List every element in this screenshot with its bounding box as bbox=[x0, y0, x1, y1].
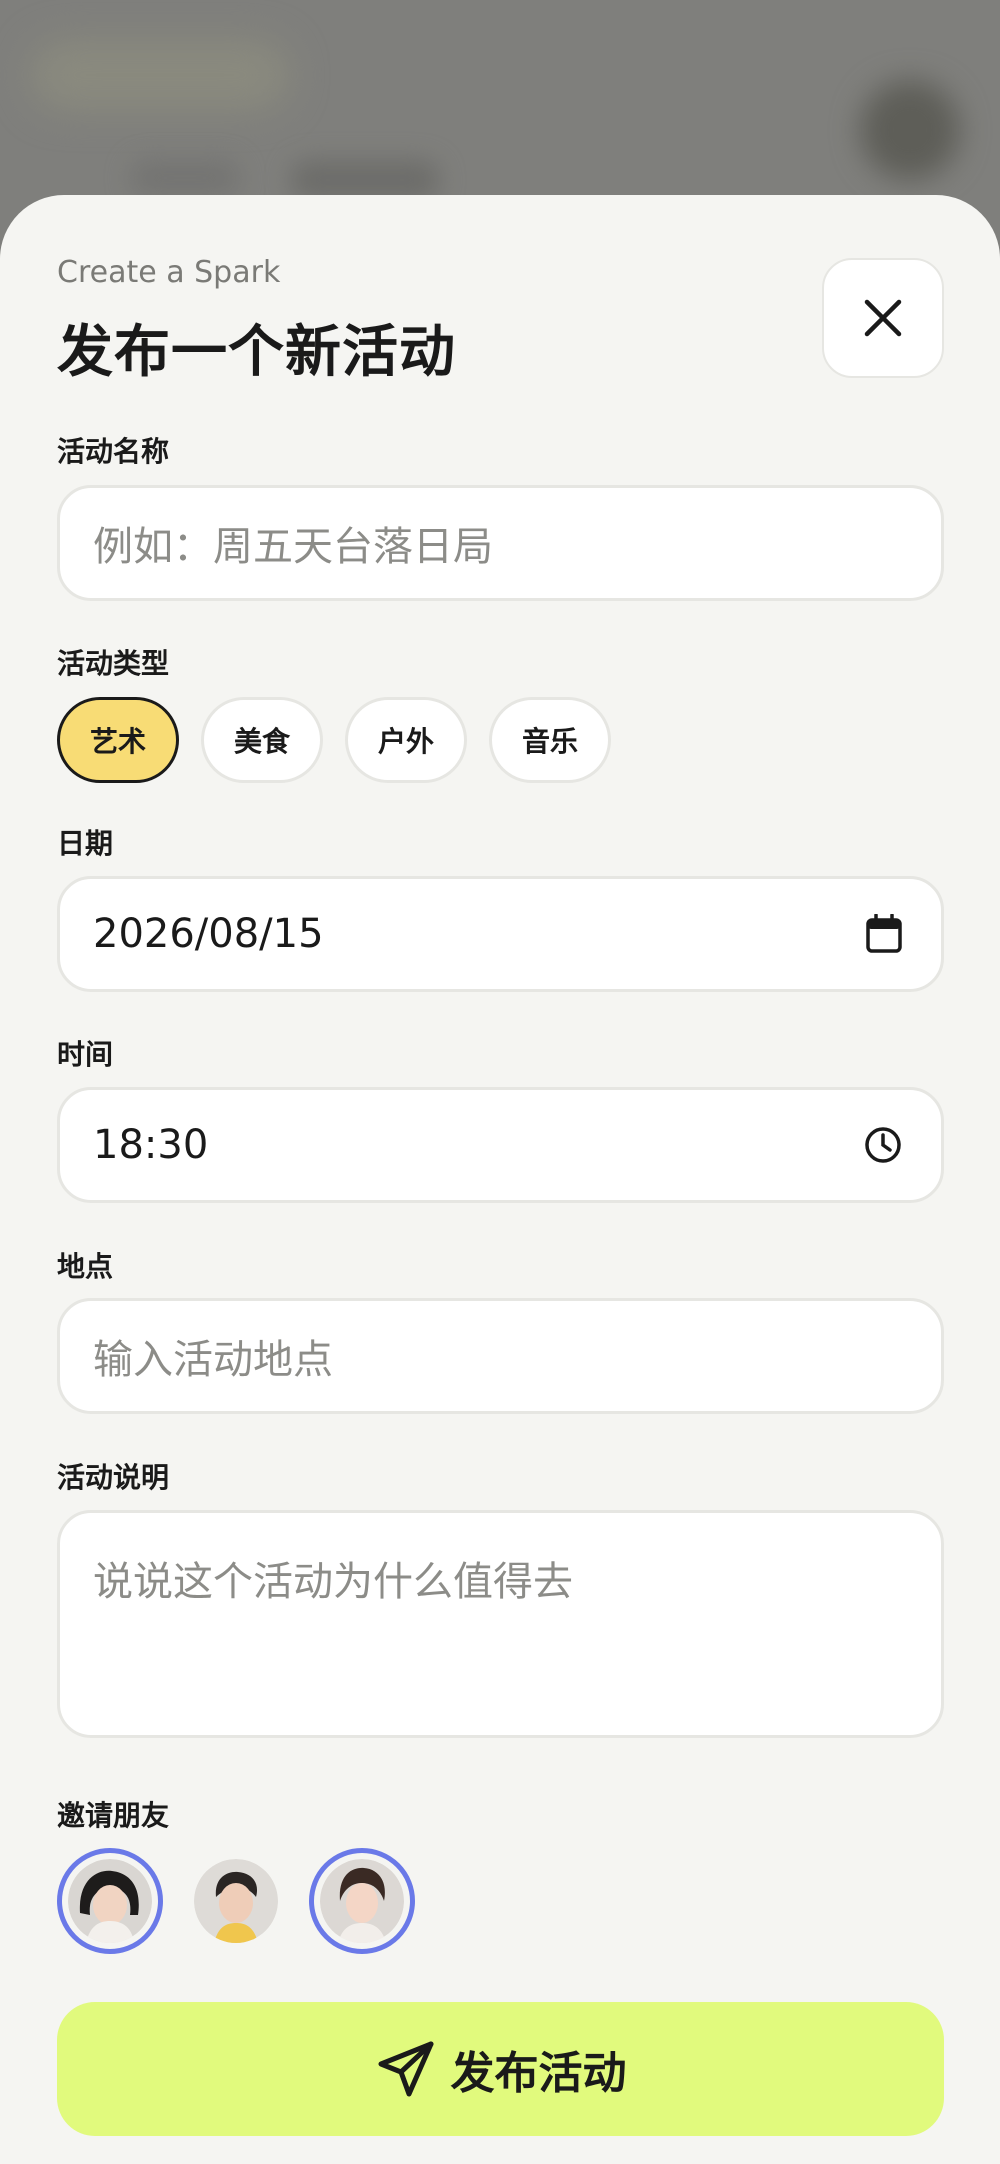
background-blur-shape bbox=[30, 40, 290, 110]
background-blur-shape bbox=[290, 160, 440, 200]
time-value: 18:30 bbox=[93, 1122, 209, 1168]
chip-music[interactable]: 音乐 bbox=[489, 697, 611, 783]
calendar-icon[interactable] bbox=[865, 914, 903, 954]
chip-food[interactable]: 美食 bbox=[201, 697, 323, 783]
date-value: 2026/08/15 bbox=[93, 911, 324, 957]
sheet-title: 发布一个新活动 bbox=[57, 320, 456, 385]
description-textarea[interactable]: 说说这个活动为什么值得去 bbox=[57, 1510, 944, 1738]
background-blur-shape bbox=[130, 160, 240, 196]
activity-name-input[interactable]: 例如：周五天台落日局 bbox=[57, 485, 944, 601]
friend-avatar[interactable] bbox=[183, 1848, 289, 1954]
avatar bbox=[320, 1859, 404, 1943]
description-label: 活动说明 bbox=[57, 1461, 170, 1494]
date-input[interactable]: 2026/08/15 bbox=[57, 876, 944, 992]
description-placeholder: 说说这个活动为什么值得去 bbox=[93, 1559, 573, 1605]
name-label: 活动名称 bbox=[57, 435, 170, 468]
create-activity-sheet: Create a Spark 发布一个新活动 活动名称 例如：周五天台落日局 活… bbox=[0, 195, 1000, 2164]
clock-icon[interactable] bbox=[863, 1125, 903, 1165]
publish-label: 发布活动 bbox=[450, 2048, 627, 2099]
background-blur-shape bbox=[860, 80, 960, 180]
avatar bbox=[68, 1859, 152, 1943]
time-input[interactable]: 18:30 bbox=[57, 1087, 944, 1203]
friend-avatars bbox=[57, 1848, 415, 1954]
friend-avatar[interactable] bbox=[57, 1848, 163, 1954]
friend-avatar[interactable] bbox=[309, 1848, 415, 1954]
chip-outdoor[interactable]: 户外 bbox=[345, 697, 467, 783]
activity-name-placeholder: 例如：周五天台落日局 bbox=[93, 524, 493, 570]
close-icon bbox=[864, 299, 902, 337]
avatar bbox=[194, 1859, 278, 1943]
time-label: 时间 bbox=[57, 1038, 114, 1071]
chip-art[interactable]: 艺术 bbox=[57, 697, 179, 783]
location-placeholder: 输入活动地点 bbox=[93, 1337, 333, 1383]
send-icon bbox=[378, 2041, 433, 2097]
publish-button[interactable]: 发布活动 bbox=[57, 2002, 944, 2136]
invite-label: 邀请朋友 bbox=[57, 1799, 170, 1832]
location-input[interactable]: 输入活动地点 bbox=[57, 1298, 944, 1414]
date-label: 日期 bbox=[57, 827, 114, 860]
close-button[interactable] bbox=[822, 258, 944, 378]
location-label: 地点 bbox=[57, 1250, 114, 1283]
sheet-eyebrow: Create a Spark bbox=[57, 255, 281, 290]
category-label: 活动类型 bbox=[57, 647, 170, 680]
category-chips: 艺术 美食 户外 音乐 bbox=[57, 697, 611, 783]
